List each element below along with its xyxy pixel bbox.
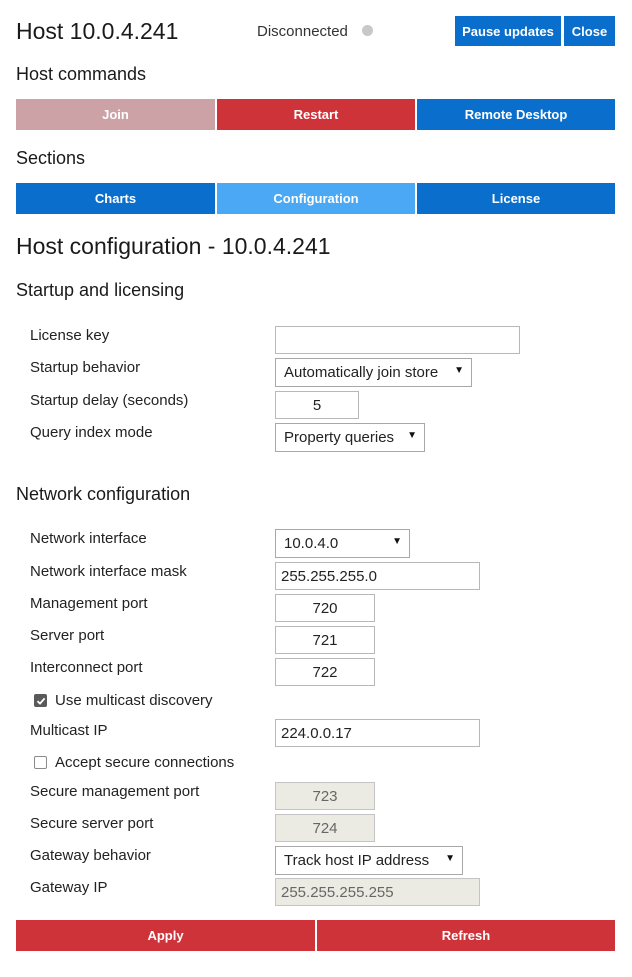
query-index-select[interactable]: Property queries ▼ [275,423,425,452]
network-interface-label: Network interface [30,530,147,547]
management-port-label: Management port [30,595,148,612]
sections-heading: Sections [16,148,86,168]
status-indicator-icon [362,25,373,36]
secure-management-port-input [275,782,375,810]
pause-updates-button[interactable]: Pause updates [455,16,561,46]
query-index-value: Property queries [284,429,395,446]
startup-licensing-heading: Startup and licensing [16,280,185,300]
license-key-input[interactable] [275,326,520,354]
multicast-ip-label: Multicast IP [30,722,108,739]
host-commands-heading: Host commands [16,64,147,84]
interconnect-port-input[interactable] [275,658,375,686]
join-button[interactable]: Join [16,99,215,130]
secure-connections-checkbox-label[interactable]: Accept secure connections [55,754,234,771]
secure-server-port-input [275,814,375,842]
network-interface-select[interactable]: 10.0.4.0 ▼ [275,529,410,558]
network-configuration-heading: Network configuration [16,484,191,504]
startup-delay-input[interactable] [275,391,359,419]
host-configuration-heading: Host configuration - 10.0.4.241 [16,233,331,259]
dropdown-arrow-icon: ▼ [454,365,464,376]
gateway-behavior-select[interactable]: Track host IP address ▼ [275,846,463,875]
checkmark-icon [36,697,45,705]
multicast-ip-input[interactable] [275,719,480,747]
startup-behavior-select[interactable]: Automatically join store ▼ [275,358,472,387]
management-port-input[interactable] [275,594,375,622]
remote-desktop-button[interactable]: Remote Desktop [417,99,615,130]
tab-license[interactable]: License [417,183,615,214]
secure-connections-checkbox[interactable] [34,756,47,769]
server-port-label: Server port [30,627,105,644]
gateway-ip-label: Gateway IP [30,879,108,896]
gateway-ip-input [275,878,480,906]
tab-charts[interactable]: Charts [16,183,215,214]
tab-configuration[interactable]: Configuration [217,183,415,214]
interconnect-port-label: Interconnect port [30,659,143,676]
startup-behavior-label: Startup behavior [30,359,141,376]
multicast-checkbox-label[interactable]: Use multicast discovery [55,692,213,709]
dropdown-arrow-icon: ▼ [392,536,402,547]
startup-delay-label: Startup delay (seconds) [30,392,189,409]
query-index-label: Query index mode [30,424,153,441]
startup-behavior-value: Automatically join store [284,364,439,381]
apply-button[interactable]: Apply [16,920,315,951]
secure-management-port-label: Secure management port [30,783,200,800]
secure-server-port-label: Secure server port [30,815,154,832]
dropdown-arrow-icon: ▼ [445,853,455,864]
close-button[interactable]: Close [564,16,615,46]
network-mask-label: Network interface mask [30,563,187,580]
connection-status: Disconnected [257,23,348,40]
page-title: Host 10.0.4.241 [16,18,179,44]
gateway-behavior-value: Track host IP address [284,852,430,869]
gateway-behavior-label: Gateway behavior [30,847,151,864]
server-port-input[interactable] [275,626,375,654]
restart-button[interactable]: Restart [217,99,415,130]
license-key-label: License key [30,327,110,344]
multicast-checkbox[interactable] [34,694,47,707]
network-mask-input[interactable] [275,562,480,590]
network-interface-value: 10.0.4.0 [284,535,339,552]
dropdown-arrow-icon: ▼ [407,430,417,441]
refresh-button[interactable]: Refresh [317,920,615,951]
